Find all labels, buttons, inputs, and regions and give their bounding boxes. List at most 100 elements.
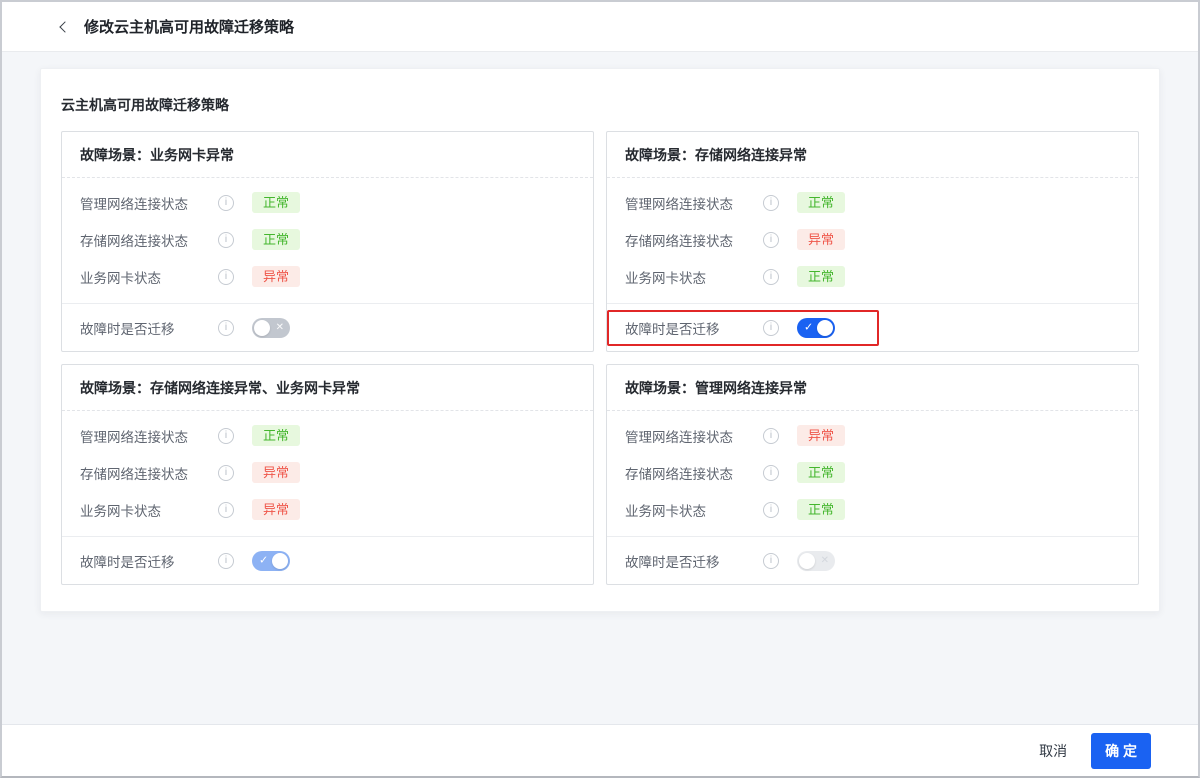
fault-scenario-panel-storage-network: 故障场景：存储网络连接异常 管理网络连接状态 i 正常 存储网络连接状态 i 异… (606, 131, 1139, 352)
status-label: 业务网卡状态 (625, 500, 763, 520)
migrate-row-highlight-box: 故障时是否迁移 i ✓ (607, 310, 879, 346)
status-row-business-nic: 业务网卡状态 i 正常 (625, 491, 1120, 528)
chevron-left-icon (59, 21, 70, 32)
fault-scenario-panel-storage-and-nic: 故障场景：存储网络连接异常、业务网卡异常 管理网络连接状态 i 正常 存储网络连… (61, 364, 594, 585)
info-icon[interactable]: i (218, 269, 234, 285)
status-label: 存储网络连接状态 (80, 230, 218, 250)
back-button[interactable] (54, 16, 76, 38)
status-badge: 异常 (252, 266, 300, 287)
status-label: 管理网络连接状态 (625, 193, 763, 213)
modal-window: 修改云主机高可用故障迁移策略 云主机高可用故障迁移策略 故障场景：业务网卡异常 … (0, 0, 1200, 778)
panel-body: 管理网络连接状态 i 正常 存储网络连接状态 i 正常 业务网卡状态 i (62, 178, 593, 303)
status-label: 存储网络连接状态 (625, 463, 763, 483)
footer-actions: 取消 确 定 (2, 724, 1198, 776)
status-row-mgmt-network: 管理网络连接状态 i 正常 (80, 417, 575, 454)
status-badge: 正常 (252, 425, 300, 446)
toggle-knob (799, 553, 815, 569)
confirm-button[interactable]: 确 定 (1091, 733, 1151, 769)
info-icon[interactable]: i (218, 465, 234, 481)
migrate-label: 故障时是否迁移 (80, 318, 218, 338)
cancel-button[interactable]: 取消 (1029, 733, 1077, 769)
info-icon[interactable]: i (763, 232, 779, 248)
status-label: 存储网络连接状态 (80, 463, 218, 483)
status-row-mgmt-network: 管理网络连接状态 i 正常 (625, 184, 1120, 221)
info-icon[interactable]: i (218, 232, 234, 248)
status-label: 管理网络连接状态 (625, 426, 763, 446)
migrate-row: 故障时是否迁移 i ✓ (62, 536, 593, 584)
panel-header: 故障场景：业务网卡异常 (62, 132, 593, 178)
info-icon[interactable]: i (763, 553, 779, 569)
status-row-mgmt-network: 管理网络连接状态 i 异常 (625, 417, 1120, 454)
panel-header: 故障场景：存储网络连接异常、业务网卡异常 (62, 365, 593, 411)
status-row-mgmt-network: 管理网络连接状态 i 正常 (80, 184, 575, 221)
policy-card: 云主机高可用故障迁移策略 故障场景：业务网卡异常 管理网络连接状态 i 正常 (40, 68, 1160, 612)
status-row-storage-network: 存储网络连接状态 i 正常 (625, 454, 1120, 491)
status-badge: 异常 (252, 499, 300, 520)
migrate-row: 故障时是否迁移 i ✕ (607, 536, 1138, 584)
migrate-row: 故障时是否迁移 i ✕ (62, 303, 593, 351)
status-badge: 正常 (797, 462, 845, 483)
status-badge: 异常 (797, 229, 845, 250)
status-badge: 正常 (797, 266, 845, 287)
status-row-storage-network: 存储网络连接状态 i 异常 (80, 454, 575, 491)
main-content: 云主机高可用故障迁移策略 故障场景：业务网卡异常 管理网络连接状态 i 正常 (2, 52, 1198, 724)
info-icon[interactable]: i (763, 502, 779, 518)
status-row-storage-network: 存储网络连接状态 i 异常 (625, 221, 1120, 258)
migrate-toggle[interactable]: ✓ (797, 318, 835, 338)
info-icon[interactable]: i (218, 195, 234, 211)
panel-title: 故障场景：存储网络连接异常、业务网卡异常 (80, 378, 575, 398)
panel-header: 故障场景：存储网络连接异常 (607, 132, 1138, 178)
toggle-knob (272, 553, 288, 569)
info-icon[interactable]: i (218, 553, 234, 569)
page-header: 修改云主机高可用故障迁移策略 (2, 2, 1198, 52)
info-icon[interactable]: i (763, 195, 779, 211)
status-badge: 正常 (252, 229, 300, 250)
page-title: 修改云主机高可用故障迁移策略 (84, 16, 294, 37)
status-row-business-nic: 业务网卡状态 i 异常 (80, 258, 575, 295)
toggle-knob (254, 320, 270, 336)
migrate-toggle[interactable]: ✕ (797, 551, 835, 571)
panel-title: 故障场景：业务网卡异常 (80, 145, 575, 165)
status-row-business-nic: 业务网卡状态 i 正常 (625, 258, 1120, 295)
info-icon[interactable]: i (763, 465, 779, 481)
section-title: 云主机高可用故障迁移策略 (61, 95, 1139, 115)
panel-title: 故障场景：管理网络连接异常 (625, 378, 1120, 398)
toggle-cross-mark: ✕ (276, 323, 284, 333)
status-badge: 正常 (252, 192, 300, 213)
migrate-label: 故障时是否迁移 (625, 551, 763, 571)
info-icon[interactable]: i (763, 428, 779, 444)
migrate-row: 故障时是否迁移 i ✓ (607, 303, 1138, 351)
panel-header: 故障场景：管理网络连接异常 (607, 365, 1138, 411)
status-badge: 异常 (797, 425, 845, 446)
status-badge: 异常 (252, 462, 300, 483)
info-icon[interactable]: i (763, 320, 779, 336)
panel-title: 故障场景：存储网络连接异常 (625, 145, 1120, 165)
info-icon[interactable]: i (763, 269, 779, 285)
fault-scenario-panel-mgmt-network: 故障场景：管理网络连接异常 管理网络连接状态 i 异常 存储网络连接状态 i 正… (606, 364, 1139, 585)
migrate-label: 故障时是否迁移 (80, 551, 218, 571)
panel-body: 管理网络连接状态 i 异常 存储网络连接状态 i 正常 业务网卡状态 i (607, 411, 1138, 536)
status-label: 存储网络连接状态 (625, 230, 763, 250)
status-row-storage-network: 存储网络连接状态 i 正常 (80, 221, 575, 258)
info-icon[interactable]: i (218, 320, 234, 336)
migrate-row-inner: 故障时是否迁移 i ✓ (62, 543, 334, 579)
status-row-business-nic: 业务网卡状态 i 异常 (80, 491, 575, 528)
toggle-check-mark: ✓ (259, 555, 268, 566)
info-icon[interactable]: i (218, 428, 234, 444)
migrate-toggle[interactable]: ✕ (252, 318, 290, 338)
status-label: 管理网络连接状态 (80, 426, 218, 446)
migrate-row-inner: 故障时是否迁移 i ✕ (607, 543, 879, 579)
info-icon[interactable]: i (218, 502, 234, 518)
fault-scenario-panel-business-nic: 故障场景：业务网卡异常 管理网络连接状态 i 正常 存储网络连接状态 i 正常 (61, 131, 594, 352)
migrate-label: 故障时是否迁移 (625, 318, 763, 338)
status-label: 管理网络连接状态 (80, 193, 218, 213)
toggle-cross-mark: ✕ (821, 556, 829, 566)
scenario-grid: 故障场景：业务网卡异常 管理网络连接状态 i 正常 存储网络连接状态 i 正常 (61, 131, 1139, 585)
status-badge: 正常 (797, 499, 845, 520)
migrate-toggle[interactable]: ✓ (252, 551, 290, 571)
toggle-knob (817, 320, 833, 336)
panel-body: 管理网络连接状态 i 正常 存储网络连接状态 i 异常 业务网卡状态 i (62, 411, 593, 536)
status-label: 业务网卡状态 (80, 267, 218, 287)
status-badge: 正常 (797, 192, 845, 213)
toggle-check-mark: ✓ (804, 322, 813, 333)
